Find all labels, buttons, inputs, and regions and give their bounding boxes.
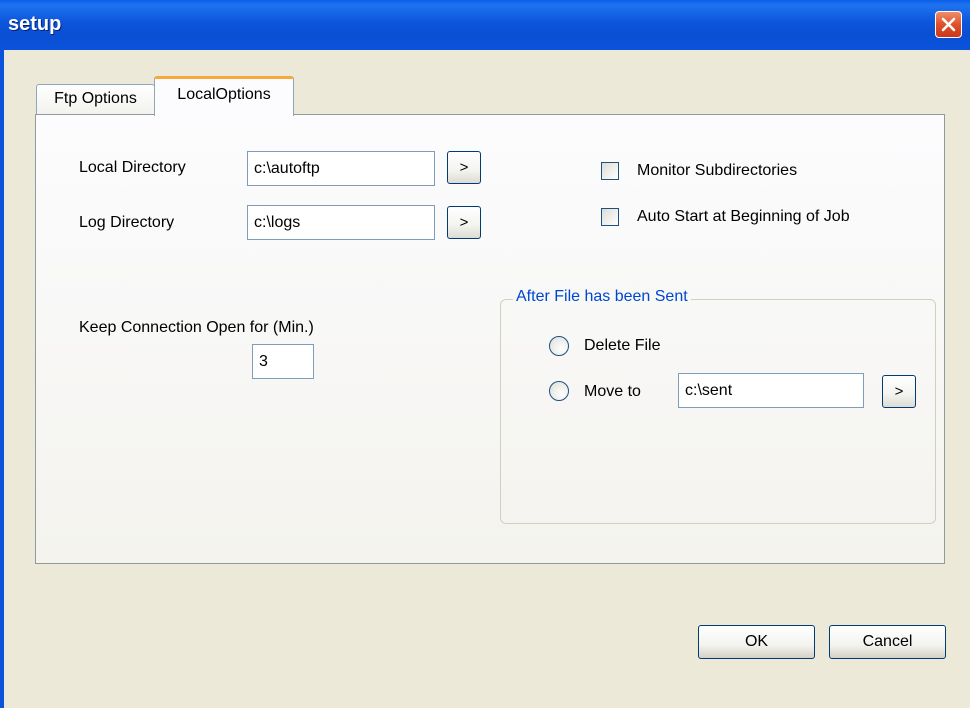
keep-connection-label: Keep Connection Open for (Min.)	[79, 319, 314, 336]
auto-start-checkbox[interactable]	[601, 208, 619, 226]
delete-file-radio[interactable]	[549, 336, 569, 356]
auto-start-label: Auto Start at Beginning of Job	[637, 208, 850, 225]
window-title: setup	[8, 13, 62, 35]
keep-connection-input[interactable]: 3	[252, 344, 314, 379]
close-icon	[941, 17, 956, 32]
monitor-subdirectories-label: Monitor Subdirectories	[637, 162, 798, 179]
tab-panel-local-options: Local Directory c:\autoftp > Log Directo…	[35, 114, 945, 564]
cancel-button[interactable]: Cancel	[829, 625, 946, 659]
browse-local-directory-button[interactable]: >	[447, 151, 481, 184]
tab-local-options[interactable]: LocalOptions	[154, 76, 294, 116]
chevron-right-icon: >	[894, 383, 904, 400]
move-to-radio[interactable]	[549, 381, 569, 401]
delete-file-label: Delete File	[584, 337, 661, 354]
log-directory-label: Log Directory	[79, 214, 175, 231]
log-directory-input[interactable]: c:\logs	[247, 205, 435, 240]
setup-dialog: setup Ftp Options LocalOptions Local Dir…	[0, 0, 970, 708]
close-button[interactable]	[935, 11, 962, 38]
tab-ftp-options[interactable]: Ftp Options	[36, 84, 155, 114]
after-file-sent-group	[500, 299, 936, 524]
chevron-right-icon: >	[459, 159, 469, 176]
chevron-right-icon: >	[459, 214, 469, 231]
local-directory-label: Local Directory	[79, 159, 186, 176]
move-to-input[interactable]: c:\sent	[678, 373, 864, 408]
after-file-sent-legend: After File has been Sent	[513, 288, 691, 306]
title-bar[interactable]: setup	[0, 0, 970, 50]
local-directory-input[interactable]: c:\autoftp	[247, 151, 435, 186]
ok-button[interactable]: OK	[698, 625, 815, 659]
window-border	[0, 50, 4, 708]
browse-log-directory-button[interactable]: >	[447, 206, 481, 239]
browse-move-to-button[interactable]: >	[882, 375, 916, 408]
monitor-subdirectories-checkbox[interactable]	[601, 162, 619, 180]
move-to-label: Move to	[584, 383, 641, 400]
